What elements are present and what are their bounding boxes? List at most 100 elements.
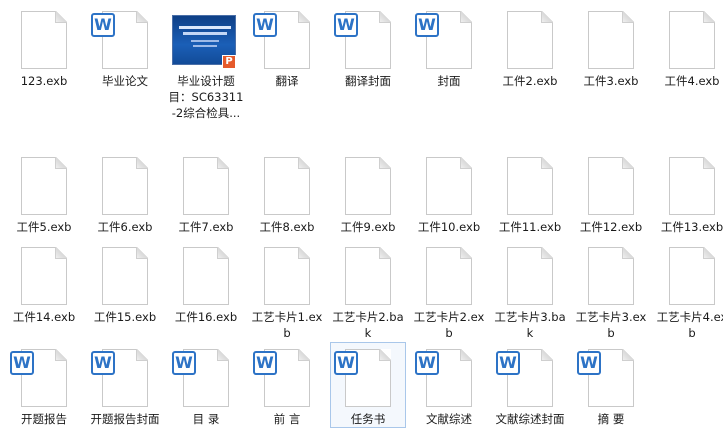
- file-item[interactable]: 工件3.exb: [573, 4, 649, 90]
- file-item[interactable]: W 文献综述封面: [492, 342, 568, 428]
- powerpoint-badge-icon: P: [222, 55, 236, 69]
- file-name-label: 目 录: [192, 412, 220, 426]
- file-item[interactable]: 工艺卡片2.exb: [411, 240, 487, 342]
- page-fold-icon: [379, 157, 391, 169]
- file-name-label: 工件10.exb: [417, 220, 481, 234]
- file-grid: 123.exb W 毕业论文 P 毕业设计题目：SC63311-2综合检具... W 翻译 W…: [0, 0, 723, 444]
- file-item[interactable]: 工艺卡片3.exb: [573, 240, 649, 342]
- file-item[interactable]: W 开题报告: [6, 342, 82, 428]
- file-name-label: 摘 要: [597, 412, 625, 426]
- word-file-icon: W: [89, 5, 161, 71]
- file-name-label: 工件4.exb: [664, 74, 720, 88]
- blank-file-icon: [575, 5, 647, 71]
- page-fold-icon: [541, 247, 553, 259]
- word-badge-icon: W: [415, 351, 439, 375]
- file-item[interactable]: 工艺卡片2.bak: [330, 240, 406, 342]
- page-fold-icon: [55, 247, 67, 259]
- page-fold-icon: [460, 157, 472, 169]
- file-name-label: 文献综述: [426, 412, 472, 426]
- page-fold-icon: [541, 11, 553, 23]
- file-item[interactable]: 工件8.exb: [249, 150, 325, 236]
- file-item[interactable]: 工件13.exb: [654, 150, 723, 236]
- word-file-icon: W: [8, 343, 80, 409]
- blank-file-icon: [89, 151, 161, 217]
- file-item[interactable]: 工件7.exb: [168, 150, 244, 236]
- file-item[interactable]: 工件5.exb: [6, 150, 82, 236]
- file-item[interactable]: W 开题报告封面: [87, 342, 163, 428]
- file-name-label: 开题报告封面: [90, 412, 160, 426]
- file-item[interactable]: 123.exb: [6, 4, 82, 90]
- page-fold-icon: [622, 11, 634, 23]
- blank-file-icon: [413, 241, 485, 307]
- file-name-label: 工件12.exb: [579, 220, 643, 234]
- blank-file-icon: [656, 5, 723, 71]
- blank-file-icon: [251, 241, 323, 307]
- page-fold-icon: [298, 157, 310, 169]
- page-fold-icon: [217, 247, 229, 259]
- word-badge-icon: W: [334, 351, 358, 375]
- blank-file-icon: [494, 241, 566, 307]
- blank-file-icon: [8, 151, 80, 217]
- file-item[interactable]: 工艺卡片3.bak: [492, 240, 568, 342]
- page-fold-icon: [136, 11, 148, 23]
- file-item[interactable]: W 封面: [411, 4, 487, 90]
- page-fold-icon: [541, 157, 553, 169]
- file-name-label: 工件7.exb: [178, 220, 234, 234]
- file-item[interactable]: 工件10.exb: [411, 150, 487, 236]
- page-fold-icon: [541, 349, 553, 361]
- file-name-label: 工件6.exb: [97, 220, 153, 234]
- file-name-label: 封面: [437, 74, 461, 88]
- page-fold-icon: [136, 247, 148, 259]
- blank-file-icon: [413, 151, 485, 217]
- file-item[interactable]: W 毕业论文: [87, 4, 163, 90]
- page-fold-icon: [136, 349, 148, 361]
- file-item[interactable]: 工件14.exb: [6, 240, 82, 326]
- file-item[interactable]: W 翻译: [249, 4, 325, 90]
- file-name-label: 工艺卡片3.exb: [575, 310, 647, 340]
- word-file-icon: W: [494, 343, 566, 409]
- file-item[interactable]: 工件9.exb: [330, 150, 406, 236]
- file-item[interactable]: 工件11.exb: [492, 150, 568, 236]
- powerpoint-file-icon: P: [170, 5, 242, 71]
- file-name-label: 翻译封面: [345, 74, 391, 88]
- file-name-label: 工件11.exb: [498, 220, 562, 234]
- file-item[interactable]: 工件16.exb: [168, 240, 244, 326]
- page-fold-icon: [460, 247, 472, 259]
- file-item[interactable]: W 文献综述: [411, 342, 487, 428]
- file-item[interactable]: W 前 言: [249, 342, 325, 428]
- file-item[interactable]: 工件12.exb: [573, 150, 649, 236]
- file-item[interactable]: 工艺卡片4.exb: [654, 240, 723, 342]
- page-fold-icon: [622, 247, 634, 259]
- file-name-label: 毕业论文: [102, 74, 148, 88]
- blank-file-icon: [332, 241, 404, 307]
- file-item[interactable]: 工件2.exb: [492, 4, 568, 90]
- page-fold-icon: [298, 349, 310, 361]
- file-name-label: 前 言: [273, 412, 301, 426]
- file-item[interactable]: 工件6.exb: [87, 150, 163, 236]
- file-item[interactable]: 工件4.exb: [654, 4, 723, 90]
- blank-file-icon: [494, 151, 566, 217]
- blank-file-icon: [494, 5, 566, 71]
- file-item[interactable]: W 摘 要: [573, 342, 649, 428]
- file-item[interactable]: W 翻译封面: [330, 4, 406, 90]
- word-file-icon: W: [251, 343, 323, 409]
- blank-file-icon: [656, 241, 723, 307]
- file-name-label: 工件15.exb: [93, 310, 157, 324]
- file-name-label: 工艺卡片4.exb: [656, 310, 723, 340]
- file-name-label: 工艺卡片3.bak: [494, 310, 566, 340]
- blank-file-icon: [656, 151, 723, 217]
- file-name-label: 文献综述封面: [495, 412, 565, 426]
- file-name-label: 123.exb: [20, 74, 68, 88]
- word-badge-icon: W: [91, 13, 115, 37]
- file-item[interactable]: 工艺卡片1.exb: [249, 240, 325, 342]
- file-item[interactable]: 工件15.exb: [87, 240, 163, 326]
- file-item[interactable]: W 目 录: [168, 342, 244, 428]
- word-badge-icon: W: [253, 13, 277, 37]
- word-badge-icon: W: [415, 13, 439, 37]
- file-name-label: 翻译: [275, 74, 299, 88]
- word-badge-icon: W: [496, 351, 520, 375]
- page-fold-icon: [55, 349, 67, 361]
- page-fold-icon: [703, 157, 715, 169]
- file-item[interactable]: W 任务书: [330, 342, 406, 428]
- file-item[interactable]: P 毕业设计题目：SC63311-2综合检具...: [168, 4, 244, 122]
